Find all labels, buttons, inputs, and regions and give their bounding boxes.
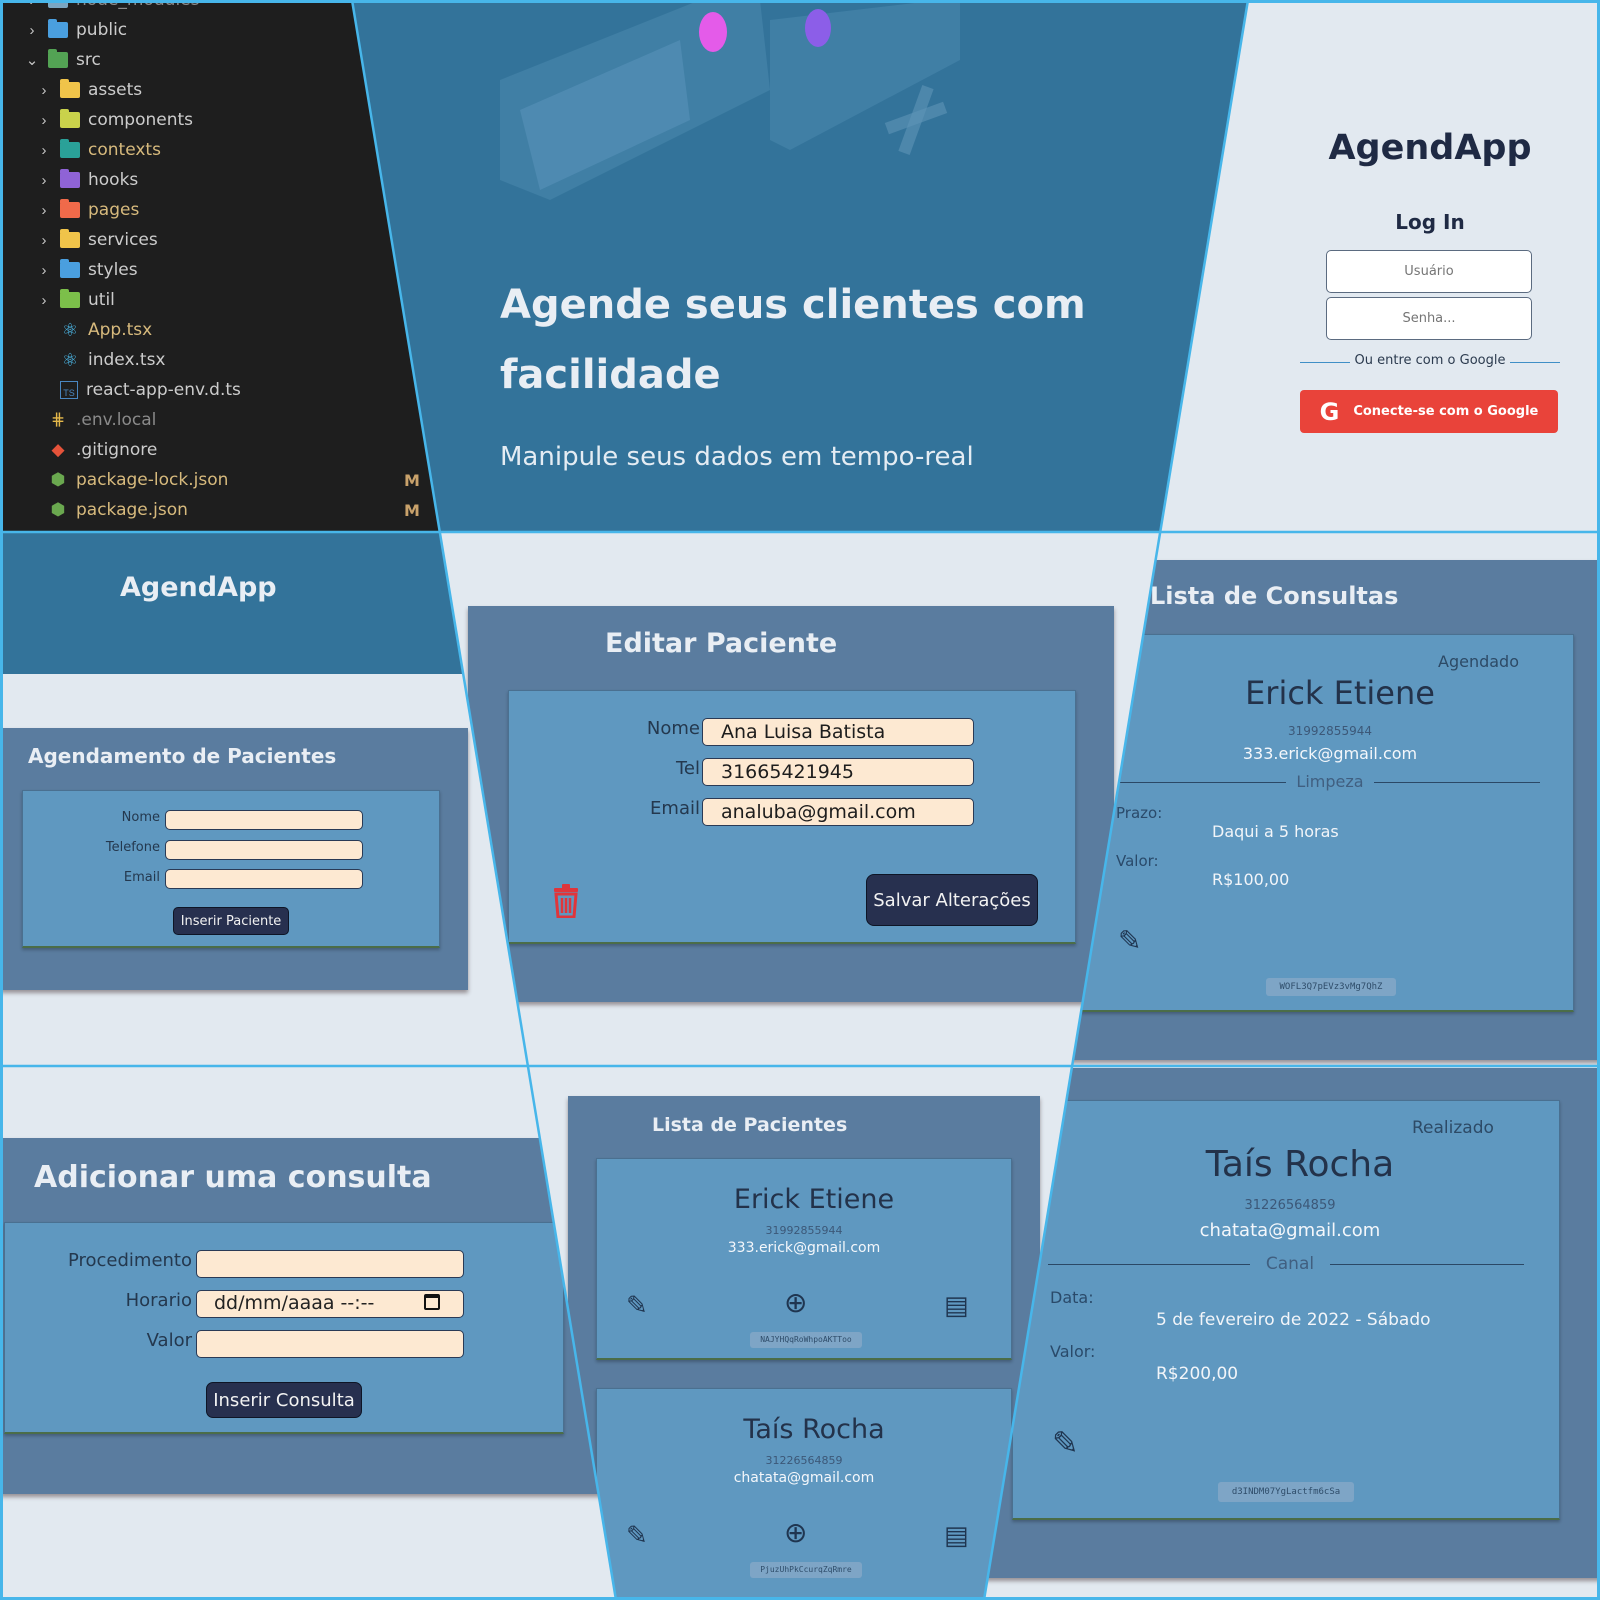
collage: › node_modules › public ⌄ src › assets › componen…: [0, 0, 1600, 1600]
collage-separators: [0, 0, 1600, 1600]
